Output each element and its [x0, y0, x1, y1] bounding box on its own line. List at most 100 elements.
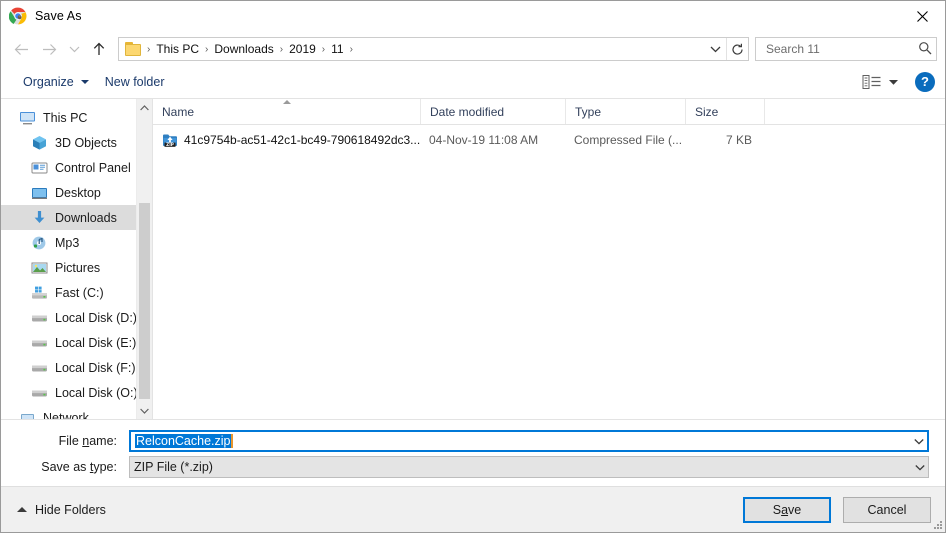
- sidebar-item-local-disk-o[interactable]: Local Disk (O:): [1, 380, 152, 405]
- hide-folders-label: Hide Folders: [35, 502, 106, 517]
- sidebar-item-local-disk-e[interactable]: Local Disk (E:): [1, 330, 152, 355]
- table-row[interactable]: ZIP 41c9754b-ac51-42c1-bc49-790618492dc3…: [153, 129, 945, 151]
- sidebar-item-pictures[interactable]: Pictures: [1, 255, 152, 280]
- sidebar-item-downloads[interactable]: Downloads: [1, 205, 152, 230]
- file-name-value[interactable]: RelconCache.zip: [131, 434, 910, 448]
- view-layout-icon[interactable]: [862, 74, 882, 90]
- window-title: Save As: [35, 9, 82, 23]
- file-name-label: 41c9754b-ac51-42c1-bc49-790618492dc3...: [184, 133, 420, 147]
- sidebar-item-desktop[interactable]: Desktop: [1, 180, 152, 205]
- sidebar-item-label: Control Panel: [55, 160, 131, 175]
- save-label-pre: S: [772, 502, 782, 517]
- chevron-down-icon[interactable]: [911, 464, 928, 471]
- dialog-body: This PC 3D Objects Control Panel Desktop…: [1, 98, 945, 419]
- file-name-cell: ZIP 41c9754b-ac51-42c1-bc49-790618492dc3…: [153, 132, 420, 148]
- scroll-up-icon[interactable]: [137, 99, 152, 116]
- title-bar: Save As: [1, 1, 945, 32]
- file-name-row: File name: RelconCache.zip: [17, 430, 929, 452]
- sidebar-item-label: Mp3: [55, 235, 80, 250]
- save-form: File name: RelconCache.zip Save as type:…: [1, 419, 945, 486]
- monitor-icon: [19, 110, 36, 126]
- scroll-down-icon[interactable]: [137, 402, 152, 419]
- music-folder-icon: [31, 235, 48, 251]
- recent-locations-icon[interactable]: [63, 36, 85, 62]
- sidebar-item-label: 3D Objects: [55, 135, 117, 150]
- breadcrumb-item-this-pc[interactable]: This PC: [152, 40, 203, 58]
- resize-grip[interactable]: [932, 519, 942, 529]
- column-header-size[interactable]: Size: [685, 99, 764, 124]
- column-header-date-modified[interactable]: Date modified: [420, 99, 565, 124]
- cancel-button[interactable]: Cancel: [843, 496, 931, 523]
- file-date-cell: 04-Nov-19 11:08 AM: [429, 133, 539, 147]
- sidebar-item-label: This PC: [43, 110, 88, 125]
- chevron-down-icon[interactable]: [910, 438, 927, 445]
- save-button[interactable]: Sa ve: [743, 496, 831, 523]
- hide-folders-button[interactable]: Hide Folders: [11, 499, 112, 521]
- view-controls: ?: [862, 71, 935, 92]
- breadcrumb-item-2019[interactable]: 2019: [285, 40, 320, 58]
- back-button[interactable]: [7, 36, 35, 62]
- save-as-type-select[interactable]: ZIP File (*.zip): [129, 456, 929, 478]
- pictures-icon: [31, 260, 48, 276]
- file-name-input[interactable]: RelconCache.zip: [129, 430, 929, 452]
- sidebar-item-label: Pictures: [55, 260, 101, 275]
- sidebar-item-3d-objects[interactable]: 3D Objects: [1, 130, 152, 155]
- breadcrumb-item-11[interactable]: 11: [327, 40, 347, 58]
- up-button[interactable]: [85, 36, 113, 62]
- scrollbar-thumb[interactable]: [139, 203, 150, 399]
- sidebar-item-fast-c[interactable]: Fast (C:): [1, 280, 152, 305]
- search-icon[interactable]: [918, 41, 932, 58]
- breadcrumb-separator: ›: [321, 43, 326, 55]
- save-label-post: ve: [788, 502, 802, 517]
- desktop-icon: [31, 185, 48, 201]
- breadcrumb-item-downloads[interactable]: Downloads: [210, 40, 277, 58]
- search-box[interactable]: [755, 37, 937, 61]
- file-name-selected-text: RelconCache.zip: [135, 434, 233, 448]
- sidebar-item-this-pc[interactable]: This PC: [1, 105, 152, 130]
- window-controls: [899, 1, 945, 32]
- dialog-footer: Hide Folders Sa ve Cancel: [1, 486, 945, 532]
- address-bar[interactable]: › This PC › Downloads › 2019 › 11 ›: [118, 37, 749, 61]
- column-header-label: Size: [695, 104, 719, 119]
- chevron-up-icon: [17, 507, 27, 512]
- sidebar-scrollbar[interactable]: [136, 99, 152, 419]
- sidebar-item-mp3[interactable]: Mp3: [1, 230, 152, 255]
- save-as-dialog: Save As › This PC › Downloads › 2019 › 1…: [0, 0, 946, 533]
- column-header-type[interactable]: Type: [565, 99, 685, 124]
- drive-icon: [31, 385, 48, 401]
- breadcrumb-separator: ›: [349, 43, 353, 55]
- network-icon: [19, 410, 36, 419]
- search-input[interactable]: [764, 41, 918, 57]
- chevron-down-icon: [80, 79, 89, 84]
- file-list: Name Date modified Type Size ZIP 41c9754…: [153, 99, 945, 419]
- sidebar-item-local-disk-d[interactable]: Local Disk (D:): [1, 305, 152, 330]
- file-size-cell: 7 KB: [725, 133, 752, 147]
- column-header-filler: [764, 99, 945, 124]
- column-header-name[interactable]: Name: [153, 99, 420, 124]
- chevron-down-icon[interactable]: [704, 38, 726, 60]
- save-as-type-value: ZIP File (*.zip): [134, 460, 213, 474]
- save-as-type-row: Save as type: ZIP File (*.zip): [17, 456, 929, 478]
- save-as-type-label-post: ype:: [93, 460, 117, 474]
- sidebar-item-local-disk-f[interactable]: Local Disk (F:): [1, 355, 152, 380]
- column-headers: Name Date modified Type Size: [153, 99, 945, 125]
- file-name-label: File name:: [17, 434, 129, 448]
- save-as-type-label: Save as type:: [17, 460, 129, 474]
- downloads-icon: [31, 210, 48, 226]
- breadcrumb-separator: ›: [279, 43, 284, 55]
- help-button[interactable]: ?: [915, 71, 935, 92]
- save-as-type-label-pre: Save as: [41, 460, 90, 474]
- action-buttons: Sa ve Cancel: [743, 496, 931, 523]
- folder-icon: [125, 42, 142, 56]
- new-folder-button[interactable]: New folder: [97, 71, 173, 93]
- sidebar-item-label: Local Disk (O:): [55, 385, 138, 400]
- breadcrumb-separator: ›: [147, 43, 151, 55]
- column-header-label: Date modified: [430, 104, 505, 119]
- sidebar-item-control-panel[interactable]: Control Panel: [1, 155, 152, 180]
- view-dropdown-icon[interactable]: [888, 75, 899, 89]
- refresh-icon[interactable]: [726, 38, 748, 60]
- sidebar-item-network[interactable]: Network: [1, 405, 152, 419]
- close-icon[interactable]: [899, 1, 945, 32]
- organize-button[interactable]: Organize: [15, 71, 97, 93]
- forward-button[interactable]: [35, 36, 63, 62]
